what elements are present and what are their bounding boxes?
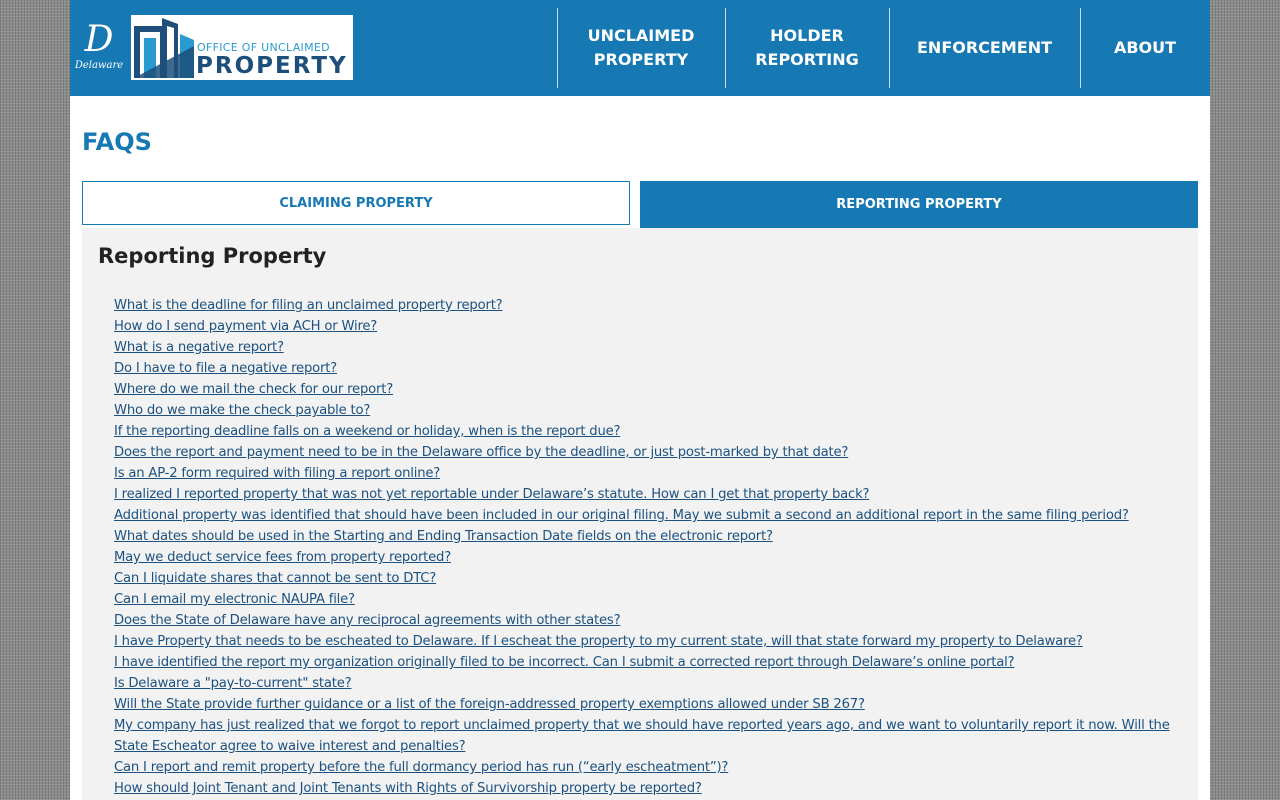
main-nav: UNCLAIMED PROPERTY HOLDER REPORTING ENFO… [557,0,1210,96]
page: D Delaware OFFICE OF UNCLAIMED PROPERTY … [70,0,1210,800]
list-item: Can I email my electronic NAUPA file? [114,589,1186,610]
tab-reporting-property[interactable]: REPORTING PROPERTY [640,181,1198,228]
nav-enforcement[interactable]: ENFORCEMENT [889,0,1080,96]
faq-question-link[interactable]: I have Property that needs to be escheat… [114,634,1083,649]
faq-question-link[interactable]: Additional property was identified that … [114,508,1129,523]
faq-question-link[interactable]: My company has just realized that we for… [114,718,1170,754]
tab-claiming-property[interactable]: CLAIMING PROPERTY [82,181,630,225]
faq-question-link[interactable]: I realized I reported property that was … [114,487,870,502]
faq-question-link[interactable]: Can I report and remit property before t… [114,760,728,775]
list-item: I realized I reported property that was … [114,484,1186,505]
faq-question-link[interactable]: What is a negative report? [114,340,284,355]
list-item: Can I liquidate shares that cannot be se… [114,568,1186,589]
faq-question-link[interactable]: May we deduct service fees from property… [114,550,451,565]
office-logo[interactable]: OFFICE OF UNCLAIMED PROPERTY [131,15,353,80]
faq-question-link[interactable]: How do I send payment via ACH or Wire? [114,319,377,334]
faq-question-link[interactable]: Does the report and payment need to be i… [114,445,848,460]
faq-question-link[interactable]: Can I email my electronic NAUPA file? [114,592,355,607]
nav-about[interactable]: ABOUT [1080,0,1210,96]
faq-question-list: What is the deadline for filing an uncla… [114,295,1186,799]
logo-property-text: PROPERTY [196,53,348,79]
list-item: Does the report and payment need to be i… [114,442,1186,463]
nav-unclaimed-property[interactable]: UNCLAIMED PROPERTY [557,0,725,96]
list-item: Will the State provide further guidance … [114,694,1186,715]
faq-question-link[interactable]: Does the State of Delaware have any reci… [114,613,621,628]
faq-question-link[interactable]: How should Joint Tenant and Joint Tenant… [114,781,702,796]
faq-question-link[interactable]: Can I liquidate shares that cannot be se… [114,571,436,586]
list-item: Where do we mail the check for our repor… [114,379,1186,400]
list-item: My company has just realized that we for… [114,715,1186,757]
delaware-seal-icon[interactable]: D Delaware [74,20,124,76]
faq-question-link[interactable]: What is the deadline for filing an uncla… [114,298,503,313]
list-item: What is the deadline for filing an uncla… [114,295,1186,316]
panel-title: Reporting Property [98,244,327,268]
site-header: D Delaware OFFICE OF UNCLAIMED PROPERTY … [70,0,1210,96]
list-item: How should Joint Tenant and Joint Tenant… [114,778,1186,799]
list-item: How do I send payment via ACH or Wire? [114,316,1186,337]
faq-question-link[interactable]: Is Delaware a "pay-to-current" state? [114,676,352,691]
faq-question-link[interactable]: Where do we mail the check for our repor… [114,382,393,397]
list-item: May we deduct service fees from property… [114,547,1186,568]
faq-question-link[interactable]: Do I have to file a negative report? [114,361,337,376]
list-item: Does the State of Delaware have any reci… [114,610,1186,631]
seal-letter: D [84,19,114,60]
list-item: Is Delaware a "pay-to-current" state? [114,673,1186,694]
list-item: If the reporting deadline falls on a wee… [114,421,1186,442]
building-logo-icon [132,16,196,79]
seal-state-name: Delaware [74,60,124,71]
list-item: I have identified the report my organiza… [114,652,1186,673]
list-item: What dates should be used in the Startin… [114,526,1186,547]
list-item: What is a negative report? [114,337,1186,358]
list-item: Do I have to file a negative report? [114,358,1186,379]
list-item: Who do we make the check payable to? [114,400,1186,421]
list-item: I have Property that needs to be escheat… [114,631,1186,652]
faq-panel: Reporting Property What is the deadline … [82,228,1198,800]
faq-question-link[interactable]: If the reporting deadline falls on a wee… [114,424,621,439]
faq-question-link[interactable]: What dates should be used in the Startin… [114,529,773,544]
list-item: Additional property was identified that … [114,505,1186,526]
list-item: Can I report and remit property before t… [114,757,1186,778]
nav-holder-reporting[interactable]: HOLDER REPORTING [725,0,889,96]
faq-question-link[interactable]: I have identified the report my organiza… [114,655,1015,670]
faq-question-link[interactable]: Who do we make the check payable to? [114,403,370,418]
list-item: Is an AP-2 form required with filing a r… [114,463,1186,484]
faq-question-link[interactable]: Is an AP-2 form required with filing a r… [114,466,440,481]
faq-question-link[interactable]: Will the State provide further guidance … [114,697,865,712]
page-title: FAQS [82,128,152,156]
